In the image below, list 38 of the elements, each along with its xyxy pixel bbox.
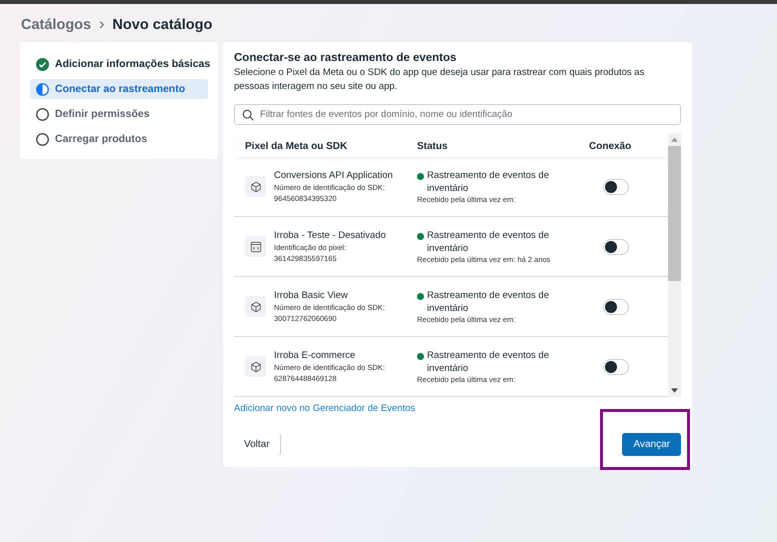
source-name: Irroba - Teste - Desativado	[274, 229, 386, 242]
half-circle-icon	[36, 82, 49, 96]
scrollbar[interactable]	[668, 133, 681, 397]
status-text: Rastreamento de eventos de inventário	[427, 228, 550, 254]
status-text: Rastreamento de eventos de inventário	[427, 288, 550, 314]
add-source-link[interactable]: Adicionar novo no Gerenciador de Eventos	[234, 403, 681, 414]
connection-toggle[interactable]	[603, 358, 629, 374]
breadcrumb-separator: ›	[99, 16, 104, 34]
empty-circle-icon	[36, 108, 49, 120]
status-text: Rastreamento de eventos de inventário	[427, 168, 550, 194]
next-button[interactable]: Avançar	[622, 433, 681, 456]
breadcrumb-link[interactable]: Catálogos	[21, 17, 92, 33]
column-header: Pixel da Meta ou SDK	[244, 140, 348, 152]
column-header: Conexão	[589, 140, 632, 152]
panel-title: Conectar-se ao rastreamento de eventos	[234, 52, 458, 64]
panel-description: Selecione o Pixel da Meta ou o SDK do app que deseja usar para rastrear com quais produtos as pessoas interagem no seu site ou app.	[234, 66, 646, 94]
search-field[interactable]: Filtrar fontes de eventos por domínio, nome ou identificação	[234, 104, 681, 125]
page-title: Novo catálogo	[112, 17, 212, 33]
check-circle-icon	[36, 58, 49, 70]
status-text: Rastreamento de eventos de inventário	[427, 348, 550, 374]
cube-icon	[245, 356, 266, 377]
connection-toggle[interactable]	[603, 298, 629, 314]
step-item[interactable]: Carregar produtos	[30, 129, 208, 149]
connection-toggle[interactable]	[603, 238, 629, 254]
code-window-icon	[245, 236, 266, 257]
step-item[interactable]: Definir permissões	[30, 104, 208, 124]
source-name: Conversions API Application	[274, 169, 393, 182]
empty-circle-icon	[36, 132, 49, 146]
search-icon	[242, 109, 254, 121]
source-name: Irroba Basic View	[274, 289, 349, 302]
cube-icon	[245, 176, 266, 197]
connection-toggle[interactable]	[603, 178, 629, 194]
cube-icon	[245, 296, 266, 317]
step-item[interactable]: Adicionar informações básicas	[30, 54, 208, 74]
source-name: Irroba E-commerce	[274, 349, 356, 362]
column-header: Status	[417, 140, 449, 152]
step-item[interactable]: Conectar ao rastreamento	[30, 79, 208, 99]
scroll-down-icon[interactable]	[671, 388, 678, 393]
